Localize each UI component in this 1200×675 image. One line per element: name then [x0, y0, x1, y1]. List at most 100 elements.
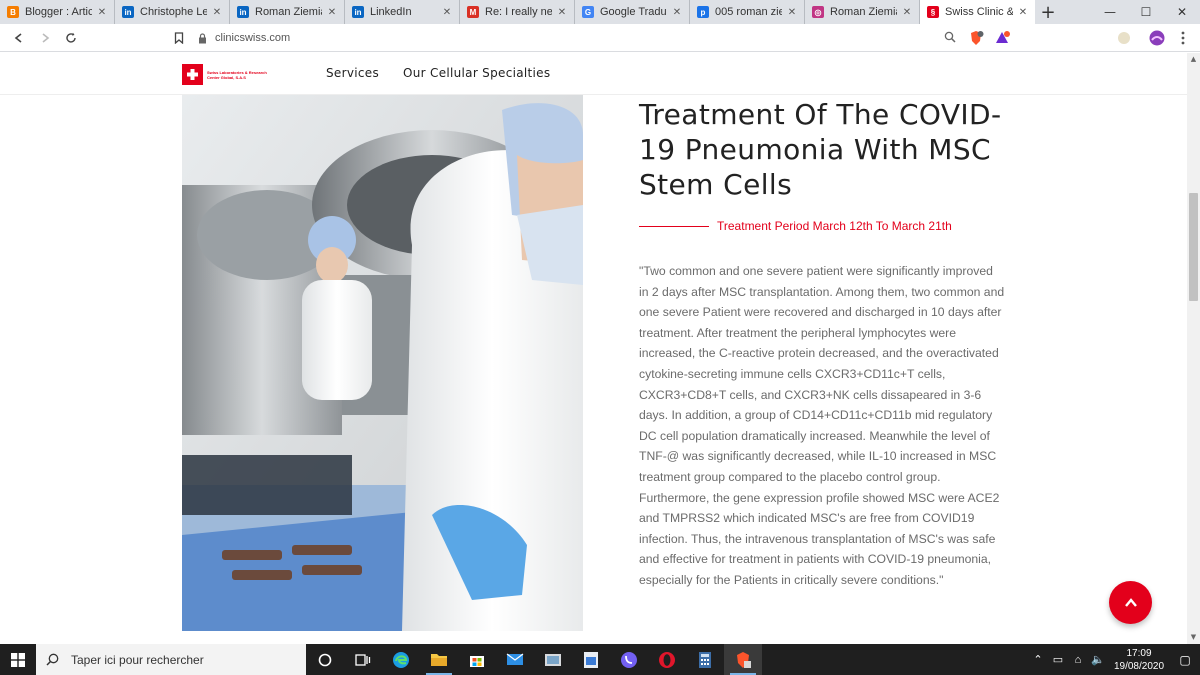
logo-text: Swiss Laboratories & Research Center Glo… [207, 69, 267, 80]
opera-icon[interactable] [648, 644, 686, 675]
close-window-icon[interactable]: ✕ [1164, 0, 1200, 24]
new-tab-button[interactable]: + [1035, 0, 1061, 24]
tab-label: Roman Ziemian [830, 6, 897, 18]
scroll-up-arrow-icon[interactable]: ▲ [1190, 56, 1197, 63]
calculator-icon[interactable] [686, 644, 724, 675]
chevron-up-icon [1124, 597, 1137, 607]
volume-icon[interactable]: 🔈 [1088, 653, 1108, 666]
browser-tab[interactable]: ◎ Roman Ziemian ✕ [805, 0, 920, 24]
back-icon[interactable] [6, 24, 32, 52]
network-icon[interactable]: ⌂ [1068, 654, 1088, 666]
browser-tab[interactable]: § Swiss Clinic & La ✕ [920, 0, 1035, 24]
article-quote: "Two common and one severe patient were … [639, 264, 1005, 587]
site-logo[interactable]: Swiss Laboratories & Research Center Glo… [182, 64, 277, 85]
brave-shields-icon[interactable] [965, 27, 987, 49]
close-tab-icon[interactable]: ✕ [441, 7, 453, 18]
scrollbar-thumb[interactable] [1189, 193, 1198, 301]
browser-tab[interactable]: G Google Traductio ✕ [575, 0, 690, 24]
period-divider [639, 225, 709, 227]
browser-tab[interactable]: in Christophe Leroy ✕ [115, 0, 230, 24]
nav-item-services[interactable]: Services [326, 66, 379, 80]
instagram-icon: ◎ [812, 6, 824, 18]
tab-label: Christophe Leroy [140, 6, 207, 18]
battery-icon[interactable]: ▭ [1048, 653, 1068, 666]
clock-time: 17:09 [1126, 647, 1152, 659]
tab-label: Re: I really need [485, 6, 552, 18]
profile-avatar[interactable] [1146, 27, 1168, 49]
taskbar-clock[interactable]: 17:09 19/08/2020 [1108, 647, 1170, 673]
document-icon: p [697, 6, 709, 18]
tab-label: Roman Ziemian [255, 6, 322, 18]
close-tab-icon[interactable]: ✕ [326, 7, 338, 18]
nav-item-cellular-specialties[interactable]: Our Cellular Specialties [403, 66, 550, 80]
chevron-up-icon[interactable]: ⌃ [1028, 653, 1048, 666]
browser-tab[interactable]: in Roman Ziemian ✕ [230, 0, 345, 24]
search-icon [46, 653, 59, 666]
treatment-period-text: Treatment Period March 12th To March 21t… [717, 219, 952, 233]
close-tab-icon[interactable]: ✕ [1017, 7, 1029, 18]
gmail-icon: M [467, 6, 479, 18]
zoom-icon[interactable] [944, 31, 956, 46]
close-tab-icon[interactable]: ✕ [786, 7, 798, 18]
blogger-icon: B [7, 6, 19, 18]
snipping-tool-icon[interactable] [534, 644, 572, 675]
google-translate-icon: G [582, 6, 594, 18]
tab-label: 005 roman ziemi [715, 6, 782, 18]
lab-photo [182, 95, 583, 631]
edge-icon[interactable] [382, 644, 420, 675]
linkedin-icon: in [237, 6, 249, 18]
maximize-icon[interactable]: ☐ [1128, 0, 1164, 24]
menu-icon[interactable] [1172, 27, 1194, 49]
task-view-icon[interactable] [344, 644, 382, 675]
scroll-to-top-button[interactable] [1109, 581, 1152, 624]
forward-icon[interactable] [32, 24, 58, 52]
page-scrollbar[interactable]: ▲ ▼ [1187, 53, 1200, 644]
browser-tab-strip: BBlogger : Articles✕inChristophe Leroy✕i… [0, 0, 1200, 24]
brave-browser-icon[interactable] [724, 644, 762, 675]
treatment-period: Treatment Period March 12th To March 21t… [639, 219, 952, 233]
article-title: Treatment Of The COVID-19 Pneumonia With… [639, 98, 1002, 201]
tab-label: Blogger : Articles [25, 6, 92, 18]
browser-tab[interactable]: p 005 roman ziemi ✕ [690, 0, 805, 24]
browser-tab[interactable]: M Re: I really need ✕ [460, 0, 575, 24]
site-header: Swiss Laboratories & Research Center Glo… [0, 53, 1187, 95]
browser-toolbar: clinicswiss.com [0, 24, 1200, 52]
search-placeholder: Taper ici pour rechercher [71, 652, 204, 667]
swiss-flag-icon [182, 64, 203, 85]
linkedin-icon: in [122, 6, 134, 18]
cortana-icon[interactable] [306, 644, 344, 675]
close-tab-icon[interactable]: ✕ [901, 7, 913, 18]
swiss-clinic-icon: § [927, 6, 939, 18]
browser-tab[interactable]: in LinkedIn ✕ [345, 0, 460, 24]
scroll-down-arrow-icon[interactable]: ▼ [1190, 634, 1197, 641]
taskbar-search[interactable]: Taper ici pour rechercher [36, 644, 306, 675]
lock-icon [199, 32, 206, 43]
close-tab-icon[interactable]: ✕ [556, 7, 568, 18]
close-tab-icon[interactable]: ✕ [211, 7, 223, 18]
file-explorer-icon[interactable] [420, 644, 458, 675]
url-text: clinicswiss.com [215, 32, 291, 44]
system-tray: ⌃ ▭ ⌂ 🔈 17:09 19/08/2020 ▢ [1028, 644, 1200, 675]
close-tab-icon[interactable]: ✕ [671, 7, 683, 18]
reload-icon[interactable] [58, 24, 84, 52]
tab-label: Swiss Clinic & La [945, 6, 1013, 18]
address-bar[interactable]: clinicswiss.com [188, 27, 962, 49]
viber-icon[interactable] [610, 644, 648, 675]
browser-tab[interactable]: B Blogger : Articles ✕ [0, 0, 115, 24]
linkedin-icon: in [352, 6, 364, 18]
microsoft-store-icon[interactable] [458, 644, 496, 675]
minimize-icon[interactable]: — [1092, 0, 1128, 24]
tab-label: Google Traductio [600, 6, 667, 18]
brave-rewards-icon[interactable] [991, 27, 1013, 49]
tab-label: LinkedIn [370, 6, 412, 18]
windows-start-icon[interactable] [0, 644, 36, 675]
mail-icon[interactable] [496, 644, 534, 675]
window-controls: — ☐ ✕ [1092, 0, 1200, 24]
photos-app-icon[interactable] [572, 644, 610, 675]
close-tab-icon[interactable]: ✕ [96, 7, 108, 18]
main-nav: Services Our Cellular Specialties [326, 66, 550, 80]
extension-icon[interactable] [1113, 27, 1135, 49]
notifications-icon[interactable]: ▢ [1170, 653, 1200, 667]
clock-date: 19/08/2020 [1113, 660, 1165, 672]
windows-taskbar: Taper ici pour rechercher ⌃ ▭ ⌂ 🔈 17:09 … [0, 644, 1200, 675]
